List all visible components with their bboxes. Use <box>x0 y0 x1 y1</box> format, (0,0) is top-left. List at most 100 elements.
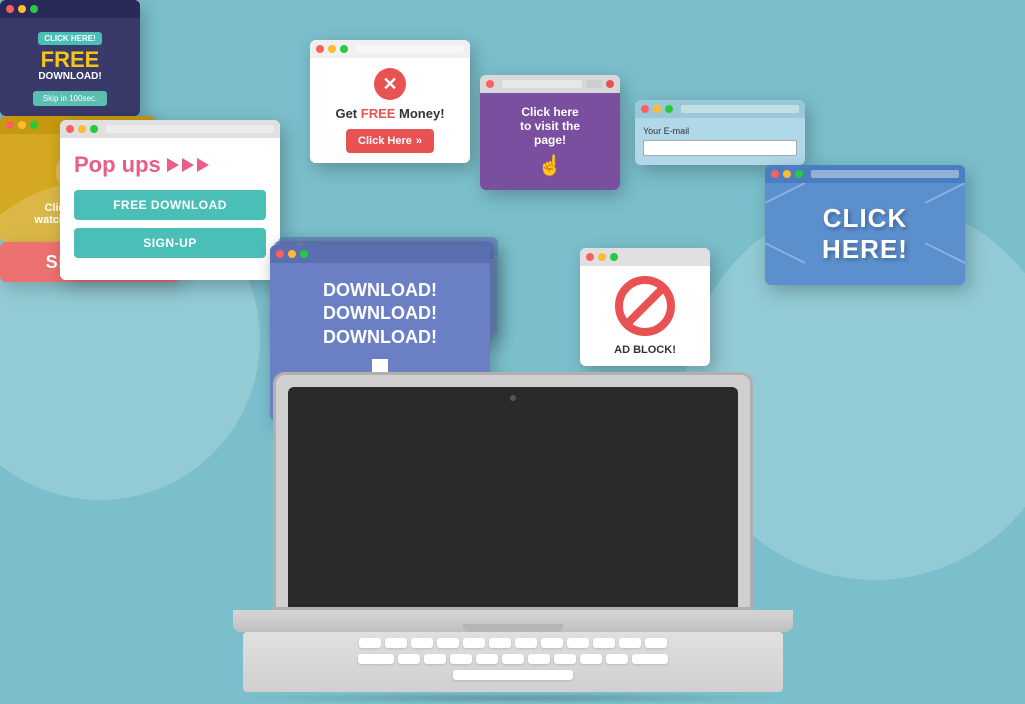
key <box>502 654 524 664</box>
laptop-keyboard <box>243 632 783 692</box>
purple-text: Click here to visit the page! <box>490 105 610 147</box>
spacebar-key <box>453 670 573 680</box>
sign-up-button[interactable]: SIGN-UP <box>74 228 266 258</box>
popup-popups-body: Pop ups FREE DOWNLOAD SIGN-UP <box>60 138 280 280</box>
close-x-icon: ✕ <box>374 68 406 100</box>
key <box>398 654 420 664</box>
popup-popups: Pop ups FREE DOWNLOAD SIGN-UP <box>60 120 280 280</box>
free-download-button[interactable]: FREE DOWNLOAD <box>74 190 266 220</box>
key <box>424 654 446 664</box>
popup-freedl: CLICK HERE! FREE DOWNLOAD! Skip in 100se… <box>0 0 140 116</box>
dot-yellow <box>288 250 296 258</box>
popup-download-titlebar <box>270 245 490 263</box>
titlebar-line <box>811 170 959 178</box>
key <box>528 654 550 664</box>
dot-yellow <box>783 170 791 178</box>
click-here-button[interactable]: Click Here » <box>346 129 434 153</box>
popup-adblock: AD BLOCK! <box>580 248 710 366</box>
popup-purple-titlebar <box>480 75 620 93</box>
dot-red <box>6 5 14 13</box>
popup-freedl-body: CLICK HERE! FREE DOWNLOAD! Skip in 100se… <box>0 18 140 116</box>
dot-red <box>316 45 324 53</box>
popup-email-body: Your E-mail <box>635 118 805 165</box>
titlebar-line <box>681 105 799 113</box>
popup-clickhere: CLICK HERE! <box>765 165 965 285</box>
key-row-1 <box>243 638 783 648</box>
dot-yellow <box>328 45 336 53</box>
key <box>385 638 407 648</box>
dot-yellow <box>78 125 86 133</box>
key <box>554 654 576 664</box>
key <box>645 638 667 648</box>
dot-green <box>30 121 38 129</box>
popup-money-titlebar <box>310 40 470 58</box>
popup-popups-title: Pop ups <box>74 152 266 178</box>
popup-popups-titlebar <box>60 120 280 138</box>
key-row-3 <box>243 670 783 680</box>
play-icons <box>167 158 209 172</box>
email-input[interactable] <box>643 140 797 156</box>
dot-red <box>771 170 779 178</box>
no-symbol-icon <box>615 276 675 336</box>
popup-purple: Click here to visit the page! ☝ <box>480 75 620 190</box>
dot-green <box>340 45 348 53</box>
laptop-shadow <box>233 692 793 704</box>
key <box>619 638 641 648</box>
popup-clickhere-titlebar <box>765 165 965 183</box>
download-text-small: DOWNLOAD! <box>10 71 130 82</box>
popup-email-titlebar <box>635 100 805 118</box>
close-icon <box>606 80 614 88</box>
dot-green <box>795 170 803 178</box>
dot-green <box>610 253 618 261</box>
titlebar-line <box>356 45 464 53</box>
laptop-base <box>233 610 793 632</box>
popup-email: Your E-mail <box>635 100 805 165</box>
key <box>411 638 433 648</box>
dot-yellow <box>598 253 606 261</box>
key <box>593 638 615 648</box>
dot-red <box>641 105 649 113</box>
dot-red <box>66 125 74 133</box>
key <box>450 654 472 664</box>
key <box>606 654 628 664</box>
dot-red <box>276 250 284 258</box>
popup-purple-body: Click here to visit the page! ☝ <box>480 93 620 190</box>
free-text: FREE <box>10 49 130 71</box>
play-icon-1 <box>167 158 179 172</box>
key <box>437 638 459 648</box>
dot-yellow <box>653 105 661 113</box>
dot-green <box>90 125 98 133</box>
download-text: DOWNLOAD!DOWNLOAD!DOWNLOAD! <box>286 279 474 349</box>
popup-adblock-body: AD BLOCK! <box>580 266 710 366</box>
play-icon-2 <box>182 158 194 172</box>
key <box>476 654 498 664</box>
key-row-2 <box>243 654 783 664</box>
dot-green <box>30 5 38 13</box>
adblock-text: AD BLOCK! <box>590 344 700 356</box>
key <box>515 638 537 648</box>
key <box>632 654 668 664</box>
dot-green <box>665 105 673 113</box>
laptop-screen-outer <box>273 372 753 610</box>
key <box>489 638 511 648</box>
dot-green <box>300 250 308 258</box>
popup-money: ✕ Get FREE Money! Click Here » <box>310 40 470 163</box>
popup-adblock-titlebar <box>580 248 710 266</box>
titlebar-line <box>106 125 274 133</box>
money-title: Get FREE Money! <box>320 106 460 121</box>
key <box>580 654 602 664</box>
email-label: Your E-mail <box>643 126 797 136</box>
key <box>541 638 563 648</box>
key <box>567 638 589 648</box>
laptop-screen <box>288 387 738 607</box>
play-icon-3 <box>197 158 209 172</box>
skip-button[interactable]: Skip in 100sec. <box>33 91 107 106</box>
click-here-small-label: CLICK HERE! <box>38 32 102 45</box>
minimize-icon <box>586 80 602 88</box>
key <box>463 638 485 648</box>
dot-red <box>486 80 494 88</box>
key <box>359 638 381 648</box>
dot-yellow <box>18 121 26 129</box>
titlebar-line <box>502 80 582 88</box>
key <box>358 654 394 664</box>
